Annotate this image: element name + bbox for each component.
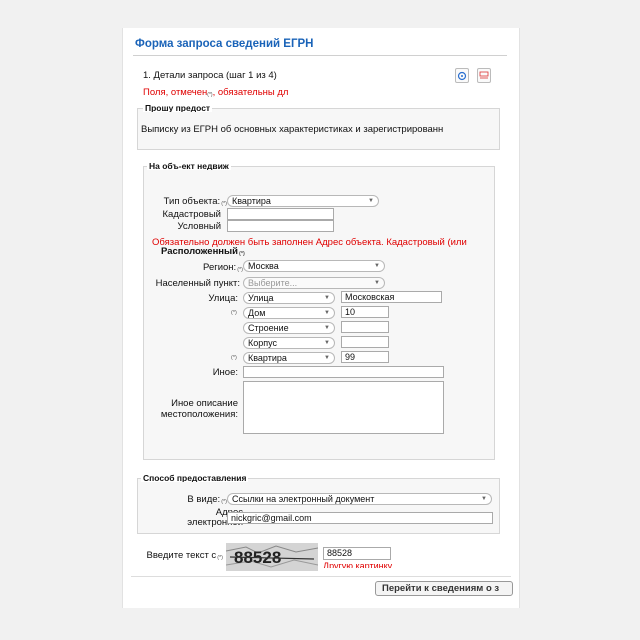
chevron-down-icon: ▼ — [324, 295, 330, 301]
delivery-legend: Способ предоставления — [141, 474, 249, 482]
step-indicator: 1. Детали запроса (шаг 1 из 4) — [143, 70, 277, 81]
required-fields-note: Поля, отмечен(*), обязательны дл — [143, 87, 289, 98]
apartment-input[interactable]: 99 — [341, 351, 389, 363]
help-mark-icon: (*) — [217, 555, 223, 561]
locality-select[interactable]: Выберите... ▼ — [243, 277, 385, 289]
other-description-textarea[interactable] — [243, 381, 444, 434]
region-select[interactable]: Москва ▼ — [243, 260, 385, 272]
other-description-label: Иное описание местоположения: — [160, 398, 238, 420]
page-title: Форма запроса сведений ЕГРН — [135, 38, 314, 50]
location-label: Расположенный(*) — [161, 246, 245, 257]
title-divider — [133, 55, 507, 56]
request-description: Выписку из ЕГРН об основных характеристи… — [141, 124, 444, 135]
conditional-label: Условный — [177, 221, 221, 232]
other-input[interactable] — [243, 366, 444, 378]
delivery-form-select[interactable]: Ссылки на электронный документ ▼ — [227, 493, 492, 505]
corpus-input[interactable] — [341, 336, 389, 348]
chevron-down-icon: ▼ — [368, 198, 374, 204]
house-type-select[interactable]: Дом ▼ — [243, 307, 335, 319]
chevron-down-icon: ▼ — [374, 263, 380, 269]
chevron-down-icon: ▼ — [324, 340, 330, 346]
request-form-panel: Форма запроса сведений ЕГРН 1. Детали за… — [122, 28, 520, 608]
chevron-down-icon: ▼ — [324, 355, 330, 361]
locality-label: Населенный пункт: — [155, 278, 240, 289]
email-input[interactable]: nickgric@gmail.com — [227, 512, 493, 524]
chevron-down-icon: ▼ — [324, 310, 330, 316]
captcha-label: Введите текст с(*) — [146, 550, 223, 561]
other-label: Иное: — [212, 367, 238, 378]
captcha-refresh-link[interactable]: Другую картинку — [323, 560, 395, 568]
help-mark-icon: (*) — [231, 310, 237, 316]
captcha-image: 88528 — [226, 543, 318, 571]
region-label: Регион:(*) — [203, 262, 243, 273]
cadastral-input[interactable] — [227, 208, 334, 220]
conditional-input[interactable] — [227, 220, 334, 232]
captcha-input[interactable]: 88528 — [323, 547, 391, 560]
street-type-select[interactable]: Улица ▼ — [243, 292, 335, 304]
help-mark-icon: (*) — [231, 355, 237, 361]
object-legend: На объ-ект недвиж — [147, 162, 231, 170]
footer-divider — [131, 576, 511, 577]
object-type-select[interactable]: Квартира ▼ — [227, 195, 379, 207]
request-legend: Прошу предост — [143, 104, 213, 112]
help-mark-icon: (*) — [237, 267, 243, 273]
corpus-type-select[interactable]: Корпус ▼ — [243, 337, 335, 349]
street-label: Улица: — [208, 293, 238, 304]
object-type-label: Тип объекта:(*) — [163, 196, 227, 207]
apartment-type-select[interactable]: Квартира ▼ — [243, 352, 335, 364]
street-input[interactable]: Московская — [341, 291, 442, 303]
next-button[interactable]: Перейти к сведениям о з — [375, 581, 513, 596]
chevron-down-icon: ▼ — [481, 496, 487, 502]
chevron-down-icon: ▼ — [324, 325, 330, 331]
delivery-form-label: В виде:(*) — [187, 494, 227, 505]
chevron-down-icon: ▼ — [374, 280, 380, 286]
help-mark-icon: (*) — [239, 251, 245, 257]
cadastral-label: Кадастровый — [162, 209, 222, 220]
help-icon[interactable] — [455, 68, 469, 83]
building-type-select[interactable]: Строение ▼ — [243, 322, 335, 334]
building-input[interactable] — [341, 321, 389, 333]
pdf-icon[interactable] — [477, 68, 491, 83]
house-input[interactable]: 10 — [341, 306, 389, 318]
